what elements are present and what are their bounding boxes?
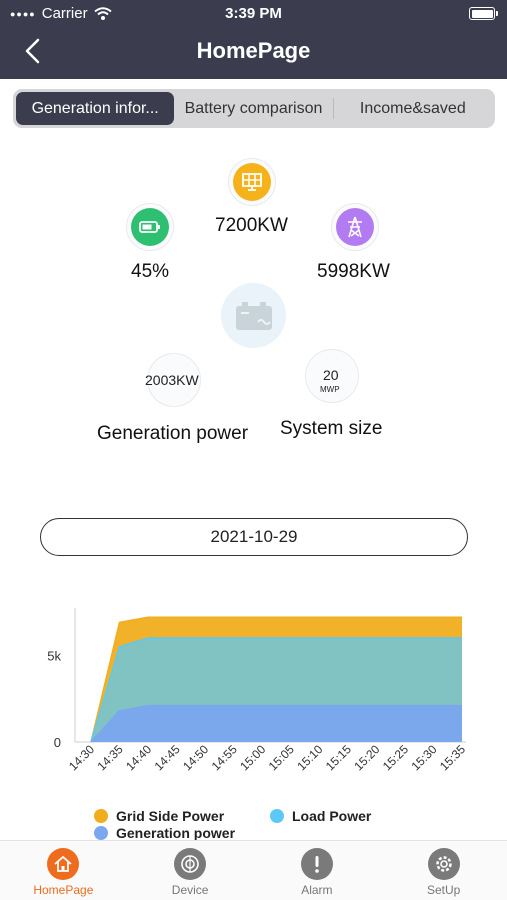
area-series-3 — [91, 705, 462, 742]
bottom-tab-bar: HomePage Device Alarm SetUp — [0, 840, 507, 900]
x-tick-label: 14:30 — [66, 742, 97, 773]
tab-generation-info[interactable]: Generation infor... — [16, 92, 175, 125]
x-tick-label: 15:15 — [323, 742, 354, 773]
status-battery-icon — [469, 7, 498, 20]
gear-icon — [427, 848, 460, 880]
x-tick-label: 15:20 — [351, 742, 382, 773]
x-tick-label: 15:05 — [266, 742, 297, 773]
tabbar-device[interactable]: Device — [127, 841, 254, 900]
legend-label-load: Load Power — [292, 808, 372, 824]
home-icon — [47, 848, 80, 880]
device-icon — [174, 848, 207, 880]
tabbar-label-homepage: HomePage — [33, 883, 94, 897]
power-tower-icon — [336, 208, 374, 246]
alarm-icon — [300, 848, 333, 880]
date-picker[interactable]: 2021-10-29 — [40, 518, 468, 556]
y-tick-label: 5k — [47, 648, 61, 663]
tabbar-homepage[interactable]: HomePage — [0, 841, 127, 900]
x-tick-label: 15:25 — [380, 742, 411, 773]
x-tick-label: 15:30 — [408, 742, 439, 773]
tab-income-saved[interactable]: Income&saved — [334, 92, 492, 125]
tabbar-label-setup: SetUp — [426, 883, 461, 897]
tabbar-label-device: Device — [171, 883, 209, 897]
legend-grid-side-power: Grid Side Power — [94, 808, 224, 824]
solar-value: 7200KW — [215, 215, 288, 236]
page-title: HomePage — [196, 38, 311, 63]
x-tick-label: 14:55 — [209, 742, 240, 773]
grid-value: 5998KW — [317, 261, 390, 282]
power-area-chart: 05k14:3014:3514:4014:4514:5014:5515:0015… — [47, 608, 468, 773]
x-tick-label: 15:35 — [437, 742, 468, 773]
x-tick-label: 15:10 — [294, 742, 325, 773]
battery-value: 45% — [131, 261, 170, 282]
app-header: ●●●● Carrier 3:39 PM HomePage — [0, 0, 507, 79]
clock: 3:39 PM — [225, 5, 282, 22]
tab-battery-comparison[interactable]: Battery comparison — [174, 92, 332, 125]
solar-panel-icon — [233, 163, 271, 201]
inverter-icon — [221, 283, 286, 348]
system-size-value: 20 — [323, 367, 339, 383]
tabbar-alarm[interactable]: Alarm — [254, 841, 381, 900]
legend-generation-power: Generation power — [94, 825, 235, 841]
legend-load-power: Load Power — [270, 808, 371, 824]
x-tick-label: 15:00 — [237, 742, 268, 773]
segmented-tabs: Generation infor... Battery comparison I… — [13, 89, 495, 128]
system-size-unit: MWP — [320, 385, 340, 394]
x-tick-label: 14:35 — [95, 742, 126, 773]
legend-dot-grid — [94, 809, 108, 823]
x-tick-label: 14:45 — [152, 742, 183, 773]
battery-icon — [131, 208, 169, 246]
system-size-label: System size — [280, 418, 383, 439]
x-tick-label: 14:50 — [180, 742, 211, 773]
generation-power-value: 2003KW — [145, 372, 199, 388]
tabbar-setup[interactable]: SetUp — [380, 841, 507, 900]
x-tick-label: 14:40 — [123, 742, 154, 773]
legend-label-generation: Generation power — [116, 825, 236, 841]
tabbar-label-alarm: Alarm — [301, 883, 333, 897]
status-bar: ●●●● Carrier 3:39 PM — [0, 0, 507, 28]
legend-dot-generation — [94, 826, 108, 840]
legend-dot-load — [270, 809, 284, 823]
generation-power-label: Generation power — [97, 423, 249, 444]
y-tick-label: 0 — [54, 735, 61, 750]
legend-label-grid: Grid Side Power — [116, 808, 225, 824]
